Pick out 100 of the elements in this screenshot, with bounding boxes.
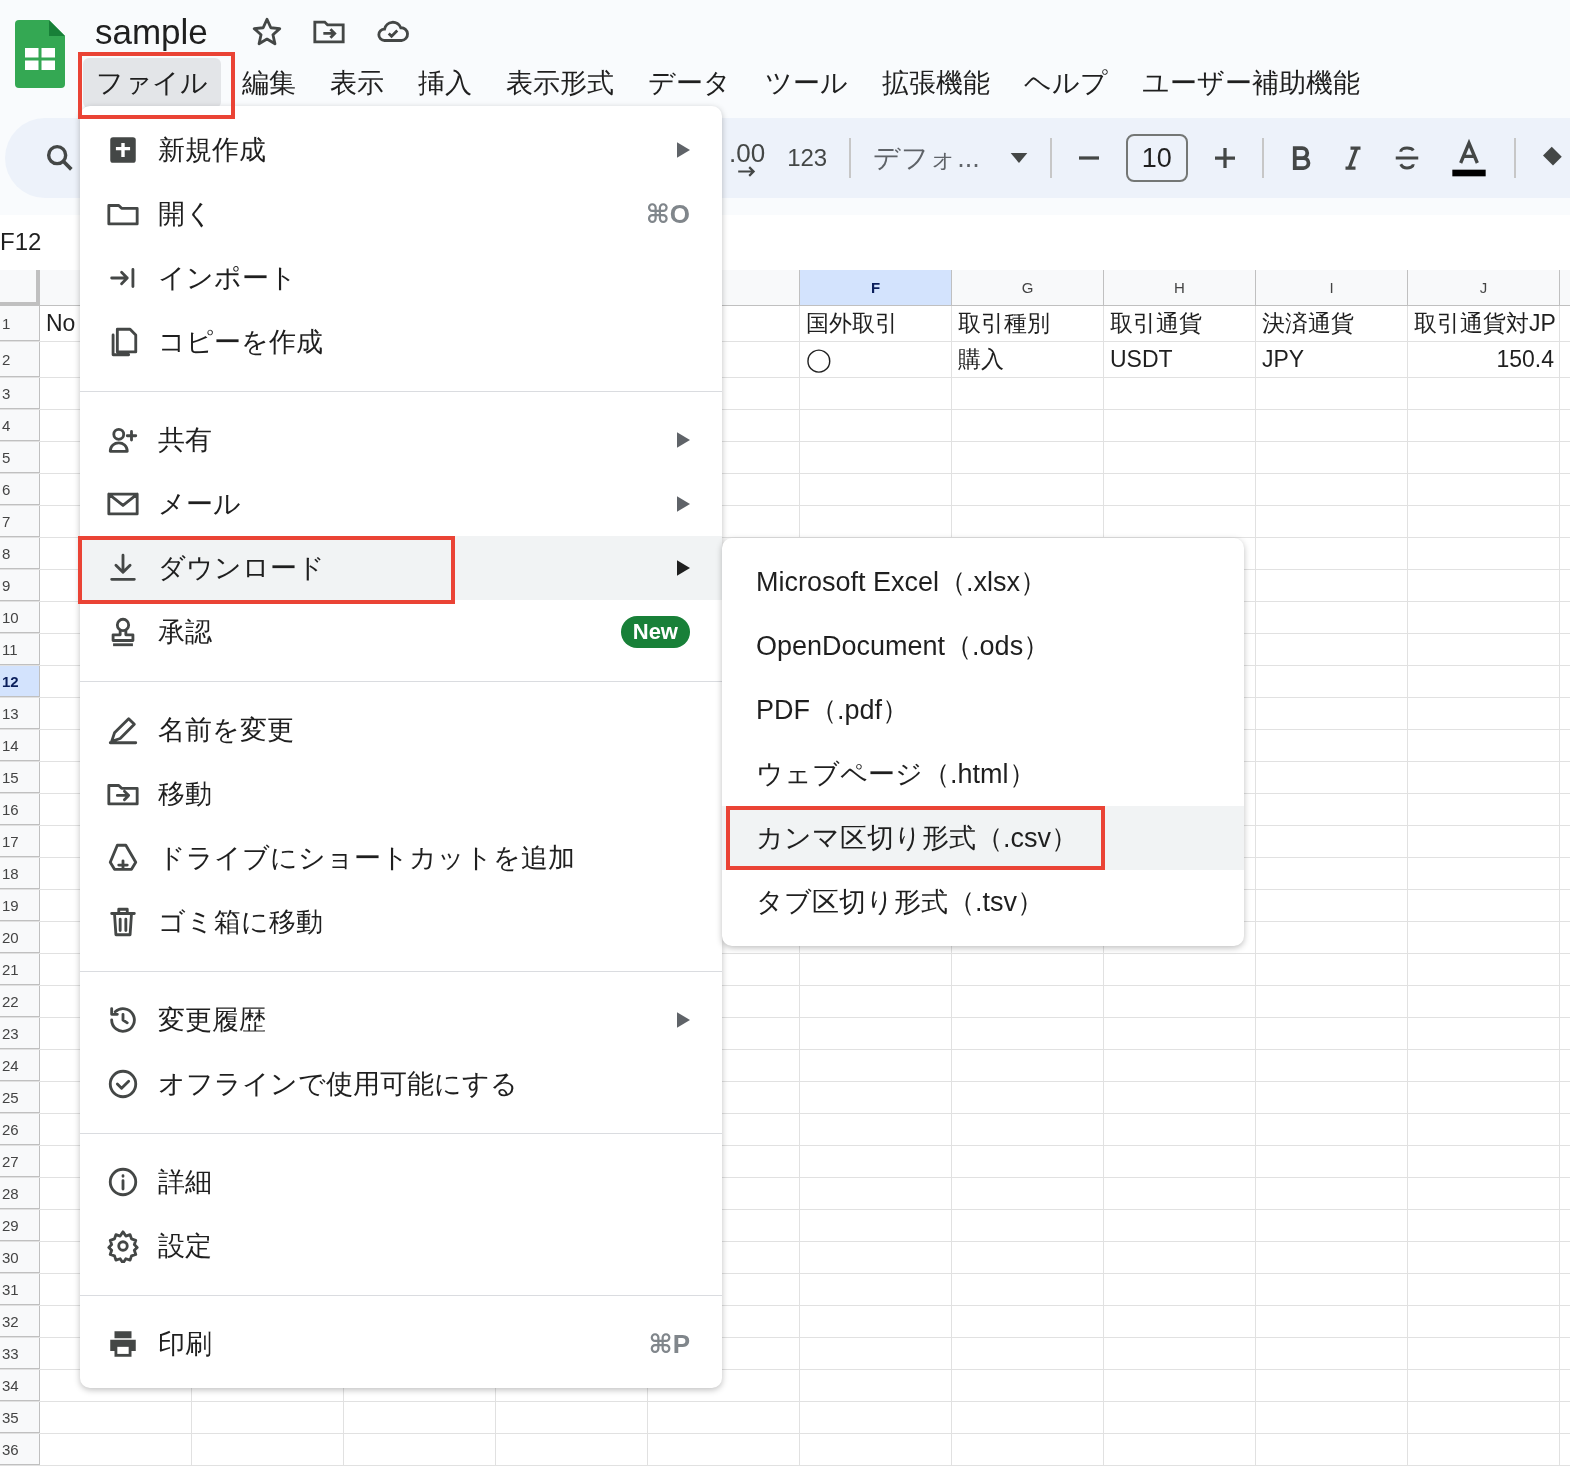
submenu-item[interactable]: タブ区切り形式（.tsv） [722, 870, 1244, 934]
menu-item-label: 新規作成 [158, 134, 267, 167]
menu-item-label: オフラインで使用可能にする [158, 1068, 519, 1101]
row-number[interactable]: 8 [0, 538, 40, 569]
menu-bar-item[interactable]: データ [635, 58, 744, 108]
table-cell: JPY [1262, 346, 1305, 373]
menu-bar-item[interactable]: ユーザー補助機能 [1129, 58, 1373, 108]
row-number[interactable]: 9 [0, 570, 40, 601]
menu-item[interactable]: 開く ⌘O [80, 182, 722, 246]
row-number[interactable]: 33 [0, 1338, 40, 1369]
menu-item-label: 印刷 [158, 1328, 213, 1361]
menu-item[interactable]: 承認 New [80, 600, 722, 664]
submenu-item[interactable]: Microsoft Excel（.xlsx） [722, 550, 1244, 614]
column-header[interactable]: G [952, 270, 1104, 306]
menu-item[interactable]: 共有 [80, 408, 722, 472]
row-number[interactable]: 20 [0, 922, 40, 953]
menu-bar-item[interactable]: ファイル [83, 58, 221, 108]
column-header[interactable]: I [1256, 270, 1408, 306]
table-cell-text: 購入 [958, 345, 1004, 374]
row-number[interactable]: 31 [0, 1274, 40, 1305]
menu-bar-item[interactable]: ヘルプ [1011, 58, 1121, 108]
row-number[interactable]: 27 [0, 1146, 40, 1177]
number-format-button[interactable]: 123 [787, 144, 828, 172]
row-number[interactable]: 17 [0, 826, 40, 857]
menu-item[interactable]: 印刷 ⌘P [80, 1312, 722, 1376]
menu-item-label: 設定 [158, 1230, 213, 1263]
row-number[interactable]: 3 [0, 378, 40, 409]
row-number[interactable]: 6 [0, 474, 40, 505]
menu-bar-item[interactable]: 編集 [229, 58, 309, 108]
row-number[interactable]: 18 [0, 858, 40, 889]
row-number[interactable]: 15 [0, 762, 40, 793]
font-dropdown[interactable]: デフォ... [873, 140, 1028, 176]
row-number[interactable]: 26 [0, 1114, 40, 1145]
table-cell: USDT [1110, 346, 1173, 373]
menu-item[interactable]: 詳細 [80, 1150, 722, 1214]
menu-item-label: 共有 [158, 424, 213, 457]
menu-item[interactable]: ドライブにショートカットを追加 [80, 826, 722, 890]
row-number[interactable]: 23 [0, 1018, 40, 1049]
table-cell-text: 国外取引 [806, 309, 898, 338]
menu-item[interactable]: インポート [80, 246, 722, 310]
menu-item-label: インポート [158, 262, 298, 295]
row-number[interactable]: 28 [0, 1178, 40, 1209]
row-number[interactable]: 25 [0, 1082, 40, 1113]
table-cell: No [46, 310, 76, 337]
submenu-item[interactable]: カンマ区切り形式（.csv） [722, 806, 1244, 870]
table-cell: 150.4 [1496, 346, 1554, 373]
table-cell-text: 取引通貨 [1110, 309, 1202, 338]
row-number[interactable]: 7 [0, 506, 40, 537]
row-number[interactable]: 2 [0, 342, 40, 377]
menu-bar-item[interactable]: 拡張機能 [869, 58, 1003, 108]
menu-item-label: 詳細 [158, 1166, 213, 1199]
row-number[interactable]: 13 [0, 698, 40, 729]
row-number[interactable]: 22 [0, 986, 40, 1017]
menu-bar-item[interactable]: 挿入 [405, 58, 485, 108]
menu-item[interactable]: 変更履歴 [80, 988, 722, 1052]
menu-bar-item[interactable]: ツール [752, 58, 861, 108]
menu-item[interactable]: コピーを作成 [80, 310, 722, 374]
menu-item-label: メール [158, 488, 242, 521]
menu-item-label: ダウンロード [158, 552, 326, 585]
name-box[interactable]: F12 [0, 227, 42, 256]
row-number[interactable]: 1 [0, 306, 40, 341]
row-number[interactable]: 21 [0, 954, 40, 985]
row-number[interactable]: 16 [0, 794, 40, 825]
row-number[interactable]: 30 [0, 1242, 40, 1273]
row-number[interactable]: 29 [0, 1210, 40, 1241]
menu-bar-item[interactable]: 表示形式 [493, 58, 627, 108]
menu-item[interactable]: ダウンロード [80, 536, 722, 600]
menu-item[interactable]: 設定 [80, 1214, 722, 1278]
column-header[interactable]: H [1104, 270, 1256, 306]
column-header[interactable]: J [1408, 270, 1560, 306]
submenu-item[interactable]: OpenDocument（.ods） [722, 614, 1244, 678]
row-number[interactable]: 32 [0, 1306, 40, 1337]
menu-item[interactable]: 名前を変更 [80, 698, 722, 762]
row-number[interactable]: 4 [0, 410, 40, 441]
row-number[interactable]: 35 [0, 1402, 40, 1433]
row-number[interactable]: 36 [0, 1434, 40, 1465]
column-header[interactable]: F [800, 270, 952, 306]
menu-bar-item[interactable]: 表示 [317, 58, 397, 108]
menu-item-label: 承認 [158, 616, 213, 649]
menu-item-label: ドライブにショートカットを追加 [158, 842, 576, 875]
increase-decimal-button[interactable]: .00 [729, 139, 766, 177]
menu-item-label: 変更履歴 [158, 1004, 267, 1037]
font-size-field[interactable]: 10 [1125, 134, 1188, 182]
menu-item[interactable]: 新規作成 [80, 118, 722, 182]
menu-item-label: 名前を変更 [158, 714, 295, 747]
row-number[interactable]: 12 [0, 666, 40, 697]
row-number[interactable]: 14 [0, 730, 40, 761]
submenu-item[interactable]: ウェブページ（.html） [722, 742, 1244, 806]
submenu-item[interactable]: PDF（.pdf） [722, 678, 1244, 742]
row-number[interactable]: 34 [0, 1370, 40, 1401]
document-title[interactable]: sample [95, 11, 208, 52]
row-number[interactable]: 24 [0, 1050, 40, 1081]
row-number[interactable]: 10 [0, 602, 40, 633]
row-number[interactable]: 19 [0, 890, 40, 921]
menu-item[interactable]: ゴミ箱に移動 [80, 890, 722, 954]
menu-item[interactable]: 移動 [80, 762, 722, 826]
menu-item[interactable]: メール [80, 472, 722, 536]
row-number[interactable]: 11 [0, 634, 40, 665]
menu-item[interactable]: オフラインで使用可能にする [80, 1052, 722, 1116]
row-number[interactable]: 5 [0, 442, 40, 473]
